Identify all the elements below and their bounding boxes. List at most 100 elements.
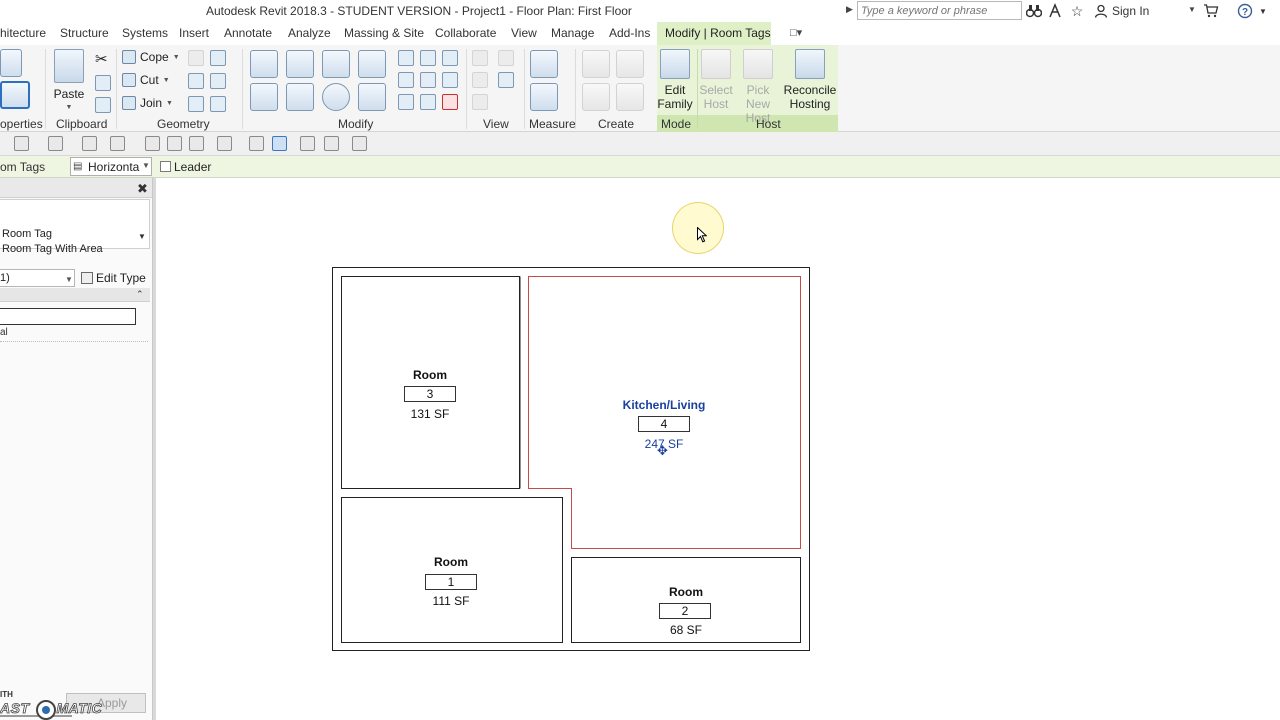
- properties-icon[interactable]: [0, 81, 30, 109]
- rotate-icon[interactable]: [322, 83, 350, 111]
- kitchen-living-name[interactable]: Kitchen/Living: [604, 398, 724, 412]
- mirror-draw-axis-icon[interactable]: [358, 50, 386, 78]
- leader-checkbox[interactable]: [160, 161, 171, 172]
- kitchen-living-number[interactable]: 4: [638, 416, 690, 432]
- hide-in-view-icon[interactable]: [472, 50, 488, 66]
- match-properties-icon[interactable]: [95, 97, 111, 113]
- instance-filter-select[interactable]: 1): [0, 269, 75, 287]
- chevron-right-icon[interactable]: ▶: [846, 4, 853, 15]
- room-2-number[interactable]: 2: [659, 603, 711, 619]
- beam-join-icon[interactable]: [188, 96, 204, 112]
- pin-icon[interactable]: [420, 94, 436, 110]
- split-element-icon[interactable]: [398, 50, 414, 66]
- properties-section-header[interactable]: [0, 288, 150, 302]
- copy-element-icon[interactable]: [286, 83, 314, 111]
- sign-in-link[interactable]: Sign In: [1112, 4, 1149, 18]
- array-icon[interactable]: [398, 72, 414, 88]
- property-value[interactable]: al: [0, 327, 148, 342]
- align-icon[interactable]: [250, 50, 278, 78]
- tab-modify-room-tags[interactable]: Modify | Room Tags: [657, 22, 771, 45]
- trim-extend-icon[interactable]: [358, 83, 386, 111]
- redo-icon[interactable]: [48, 136, 63, 151]
- thin-lines-icon[interactable]: [272, 136, 287, 151]
- chevron-down-icon[interactable]: ▼: [138, 232, 146, 241]
- cut-scissors-icon[interactable]: ✂: [95, 50, 108, 68]
- chevron-down-icon[interactable]: ▼: [1188, 5, 1196, 14]
- 3d-view-icon[interactable]: [217, 136, 232, 151]
- room-1-boundary[interactable]: [341, 497, 563, 643]
- trim-icon[interactable]: [442, 72, 458, 88]
- edit-type-button[interactable]: Edit Type: [78, 268, 148, 288]
- delete-icon[interactable]: [442, 94, 458, 110]
- chevron-down-icon[interactable]: ▼: [166, 100, 173, 107]
- aligned-dimension-icon[interactable]: [145, 136, 160, 151]
- room-3-number[interactable]: 3: [404, 386, 456, 402]
- undo-icon[interactable]: [14, 136, 29, 151]
- create-parts-icon[interactable]: [616, 50, 644, 78]
- select-host-button[interactable]: Select Host: [699, 49, 733, 111]
- tab-systems[interactable]: Systems: [122, 26, 168, 40]
- paste-button[interactable]: Paste ▼: [53, 49, 85, 115]
- collapse-icon[interactable]: ⌃: [136, 289, 144, 300]
- tab-massing-site[interactable]: Massing & Site: [344, 26, 424, 40]
- binoculars-icon[interactable]: [1025, 2, 1043, 20]
- type-properties-icon[interactable]: [0, 49, 22, 77]
- demolish-icon[interactable]: [188, 73, 204, 89]
- tab-insert[interactable]: Insert: [179, 26, 209, 40]
- tag-icon[interactable]: [167, 136, 182, 151]
- paint-icon[interactable]: [210, 73, 226, 89]
- view-option-icon[interactable]: [498, 72, 514, 88]
- scale-icon[interactable]: [420, 72, 436, 88]
- print-icon[interactable]: [82, 136, 97, 151]
- tab-analyze[interactable]: Analyze: [288, 26, 331, 40]
- wall-joins-icon[interactable]: [188, 50, 204, 66]
- user-icon[interactable]: [1092, 2, 1110, 20]
- move-icon[interactable]: [250, 83, 278, 111]
- room-1-number[interactable]: 1: [425, 574, 477, 590]
- pick-new-host-button[interactable]: Pick New Host: [735, 49, 781, 125]
- chevron-down-icon[interactable]: ▼: [66, 101, 73, 115]
- text-icon[interactable]: [189, 136, 204, 151]
- chevron-down-icon[interactable]: ▼: [1254, 2, 1272, 20]
- tab-manage[interactable]: Manage: [551, 26, 594, 40]
- star-icon[interactable]: ☆: [1068, 2, 1086, 20]
- chevron-down-icon[interactable]: ▼: [163, 77, 170, 84]
- create-group-icon[interactable]: [582, 83, 610, 111]
- tab-add-ins[interactable]: Add-Ins: [609, 26, 650, 40]
- unpin-icon[interactable]: [442, 50, 458, 66]
- help-icon[interactable]: ?: [1236, 2, 1254, 20]
- split-gap-icon[interactable]: [420, 50, 436, 66]
- section-icon[interactable]: [249, 136, 264, 151]
- cope-button[interactable]: Cope ▼: [122, 50, 180, 64]
- cart-icon[interactable]: [1202, 2, 1220, 20]
- selection-box-icon[interactable]: [472, 94, 488, 110]
- reconcile-hosting-button[interactable]: Reconcile Hosting: [784, 49, 836, 111]
- switch-windows-icon[interactable]: [324, 136, 339, 151]
- measure-icon[interactable]: [110, 136, 125, 151]
- override-graphics-icon[interactable]: [498, 50, 514, 66]
- room-2-name[interactable]: Room: [636, 585, 736, 599]
- measure-distance-icon[interactable]: [530, 50, 558, 78]
- copy-icon[interactable]: [95, 75, 111, 91]
- edit-family-button[interactable]: Edit Family: [657, 49, 693, 111]
- search-input[interactable]: [857, 1, 1022, 20]
- close-hidden-icon[interactable]: [300, 136, 315, 151]
- tab-architecture[interactable]: hitecture: [0, 26, 46, 40]
- tab-view[interactable]: View: [511, 26, 537, 40]
- extend-icon[interactable]: [398, 94, 414, 110]
- join-button[interactable]: Join ▼: [122, 96, 173, 110]
- cut-geometry-button[interactable]: Cut ▼: [122, 73, 170, 87]
- wrench-icon[interactable]: [210, 96, 226, 112]
- room-1-name[interactable]: Room: [401, 555, 501, 569]
- tab-options-icon[interactable]: □▾: [790, 26, 802, 39]
- linework-icon[interactable]: [472, 72, 488, 88]
- offset-icon[interactable]: [286, 50, 314, 78]
- type-selector[interactable]: [0, 199, 150, 249]
- close-icon[interactable]: ✖: [137, 181, 148, 197]
- create-similar-icon[interactable]: [616, 83, 644, 111]
- chevron-down-icon[interactable]: ▼: [65, 275, 73, 284]
- chevron-down-icon[interactable]: ▼: [142, 161, 150, 170]
- room-3-name[interactable]: Room: [380, 368, 480, 382]
- tab-annotate[interactable]: Annotate: [224, 26, 272, 40]
- move-cursor-icon[interactable]: ✥: [657, 443, 668, 459]
